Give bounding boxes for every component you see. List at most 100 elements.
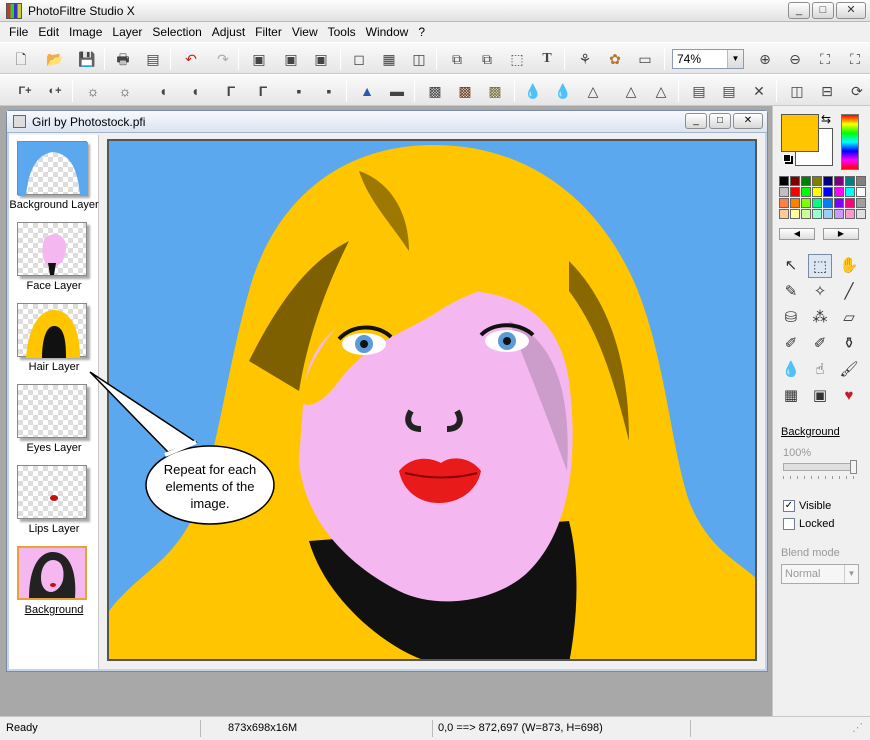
eyedropper-tool-icon[interactable]: ✎ — [779, 280, 803, 304]
palette-swatch[interactable] — [856, 187, 866, 197]
brush-tool-icon[interactable]: ✐ — [779, 332, 803, 356]
saturation-plus-icon[interactable]: ▪ — [318, 81, 340, 101]
window-icon[interactable]: ▭ — [634, 49, 656, 69]
palette-swatch[interactable] — [823, 187, 833, 197]
palette-swatch[interactable] — [856, 176, 866, 186]
gamma-minus-icon[interactable]: Γ — [220, 81, 242, 101]
restore-button[interactable]: □ — [812, 2, 834, 19]
auto-levels-icon[interactable]: Γ+ — [14, 81, 36, 101]
rotate-icon[interactable]: ⟳ — [846, 81, 868, 101]
palette-swatch[interactable] — [834, 209, 844, 219]
grayscale-icon[interactable]: ▩ — [424, 81, 446, 101]
palette-swatch[interactable] — [856, 209, 866, 219]
zoom-in-icon[interactable]: ⊕ — [754, 49, 776, 69]
strawberry-tool-icon[interactable]: ♥ — [837, 384, 861, 408]
layer-face-layer[interactable]: Face Layer — [9, 216, 99, 297]
layer-name-link[interactable]: Background — [781, 426, 840, 438]
menu-image[interactable]: Image — [64, 22, 107, 42]
spray-tool-icon[interactable]: ⁂ — [808, 306, 832, 330]
doc-close-button[interactable]: ✕ — [733, 113, 763, 129]
menu-tools[interactable]: Tools — [323, 22, 361, 42]
sharpen-icon[interactable]: △ — [582, 81, 604, 101]
hand-tool-icon[interactable]: ✋ — [837, 254, 861, 278]
palette-swatch[interactable] — [834, 176, 844, 186]
palette-swatch[interactable] — [834, 187, 844, 197]
menu-file[interactable]: File — [4, 22, 33, 42]
color-spectrum[interactable] — [841, 114, 859, 170]
palette-swatch[interactable] — [801, 187, 811, 197]
print-icon[interactable]: 🖶 — [112, 49, 134, 69]
redo-icon[interactable]: ↷ — [212, 49, 234, 69]
image-stamp-tool-icon[interactable]: ▣ — [808, 384, 832, 408]
palette-swatch[interactable] — [790, 198, 800, 208]
layer-hair-layer[interactable]: Hair Layer — [9, 297, 99, 378]
blur-icon[interactable]: 💧 — [522, 81, 544, 101]
copy-layer-icon[interactable]: ⧉ — [446, 49, 468, 69]
menu-window[interactable]: Window — [361, 22, 414, 42]
old-photo-icon[interactable]: ▩ — [484, 81, 506, 101]
menu-selection[interactable]: Selection — [147, 22, 206, 42]
palette-next-button[interactable]: ▶ — [823, 228, 859, 240]
paint-bucket-tool-icon[interactable]: ⛁ — [779, 306, 803, 330]
line-tool-icon[interactable]: ╱ — [837, 280, 861, 304]
advanced-brush-tool-icon[interactable]: ✐ — [808, 332, 832, 356]
flip-vertical-icon[interactable]: ⊟ — [816, 81, 838, 101]
palette-swatch[interactable] — [845, 209, 855, 219]
palette-swatch[interactable] — [790, 209, 800, 219]
palette-swatch[interactable] — [823, 198, 833, 208]
transparency-icon[interactable]: ◻ — [348, 49, 370, 69]
palette-swatch[interactable] — [779, 176, 789, 186]
fade-icon[interactable]: ▤ — [718, 81, 740, 101]
color-count-icon[interactable]: ▦ — [378, 49, 400, 69]
eraser-tool-icon[interactable]: ▱ — [837, 306, 861, 330]
flip-horizontal-icon[interactable]: ◫ — [786, 81, 808, 101]
actual-size-icon[interactable]: ⛶ — [814, 49, 836, 69]
palette-swatch[interactable] — [845, 176, 855, 186]
doc-restore-button[interactable]: □ — [709, 113, 731, 129]
menu-filter[interactable]: Filter — [250, 22, 287, 42]
blend-mode-select[interactable]: Normal ▼ — [781, 564, 859, 584]
palette-swatch[interactable] — [779, 198, 789, 208]
contrast-minus-icon[interactable]: ◖ — [152, 81, 174, 101]
menu-help[interactable]: ? — [413, 22, 430, 42]
gradient-icon[interactable]: ▤ — [688, 81, 710, 101]
menu-adjust[interactable]: Adjust — [207, 22, 250, 42]
gear-icon[interactable]: ✿ — [604, 49, 626, 69]
document-title-bar[interactable]: Girl by Photostock.pfi _ □ ✕ — [7, 111, 767, 133]
palette-swatch[interactable] — [779, 187, 789, 197]
palette-swatch[interactable] — [823, 176, 833, 186]
swap-colors-icon[interactable]: ⇆ — [821, 112, 831, 126]
palette-swatch[interactable] — [801, 198, 811, 208]
clone-brush-tool-icon[interactable]: 🖌 — [837, 358, 861, 382]
brightness-minus-icon[interactable]: ☼ — [82, 81, 104, 101]
levels-icon[interactable]: ▬ — [386, 81, 408, 101]
histogram-icon[interactable]: ▲ — [356, 81, 378, 101]
smudge-tool-icon[interactable]: ☝ — [808, 358, 832, 382]
saturation-minus-icon[interactable]: ▪ — [288, 81, 310, 101]
palette-swatch[interactable] — [845, 187, 855, 197]
reset-colors-icon[interactable] — [783, 154, 791, 162]
save-icon[interactable]: 💾 — [76, 49, 98, 69]
visible-checkbox[interactable]: ✓ — [783, 500, 795, 512]
layer-background-layer[interactable]: Background Layer — [9, 135, 99, 216]
menu-edit[interactable]: Edit — [33, 22, 64, 42]
fit-image-icon[interactable]: ▣ — [310, 49, 332, 69]
chevron-down-icon[interactable]: ▼ — [844, 565, 858, 583]
palette-swatch[interactable] — [801, 176, 811, 186]
fit-window-icon[interactable]: ⛶ — [844, 49, 866, 69]
foreground-color-swatch[interactable] — [781, 114, 819, 152]
resize-grip-icon[interactable]: ⋰ — [852, 721, 863, 734]
new-file-icon[interactable]: 🗋 — [10, 49, 32, 69]
selection-tool-icon[interactable]: ⬚ — [808, 254, 832, 278]
opacity-slider-track[interactable] — [783, 463, 857, 471]
contrast-plus-icon[interactable]: ◖ — [184, 81, 206, 101]
gamma-plus-icon[interactable]: Γ — [252, 81, 274, 101]
minimize-button[interactable]: _ — [788, 2, 810, 19]
palette-swatch[interactable] — [834, 198, 844, 208]
open-folder-icon[interactable]: 📂 — [44, 49, 66, 69]
menu-layer[interactable]: Layer — [107, 22, 147, 42]
zoom-select[interactable]: 74% ▼ — [672, 49, 744, 69]
stamp-tool-icon[interactable]: ⚱ — [837, 332, 861, 356]
image-canvas[interactable] — [107, 139, 757, 661]
palette-swatch[interactable] — [812, 176, 822, 186]
